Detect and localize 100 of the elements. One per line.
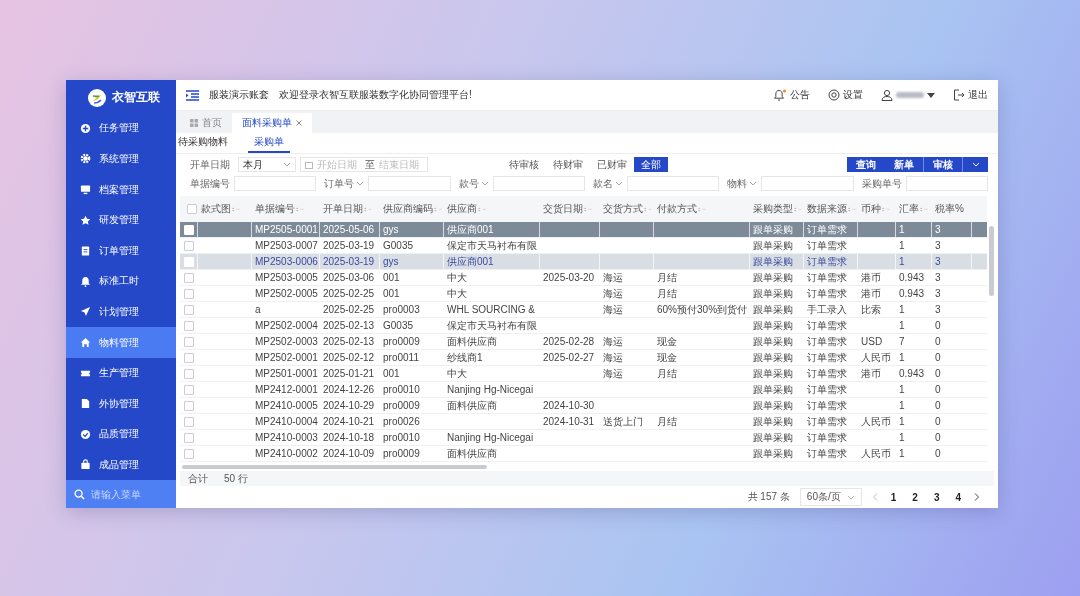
menu-search-box[interactable]: 请输入菜单 [66, 480, 176, 508]
search-input[interactable] [492, 176, 585, 191]
table-row[interactable]: MP2410-0004 2024-10-21 pro0026 2024-10-31 送货上门 月结 跟单采购 订单需求 人民币 1 0 [180, 414, 987, 430]
sort-icon[interactable] [698, 205, 707, 213]
row-checkbox[interactable] [184, 400, 194, 411]
notice-link[interactable]: 公告 [790, 88, 810, 102]
sub-tab[interactable]: 采购单 [248, 133, 290, 153]
row-checkbox[interactable] [184, 288, 194, 299]
sort-icon[interactable] [434, 205, 443, 213]
column-header[interactable]: 供应商编码 [383, 202, 433, 216]
table-row[interactable]: MP2412-0001 2024-12-26 pro0010 Nanjing Hg-Nicegai 跟单采购 订单需求 1 0 [180, 382, 987, 398]
settings-link[interactable]: 设置 [843, 88, 863, 102]
field-type-select[interactable]: 款名 [589, 176, 627, 191]
column-header[interactable]: 付款方式 [657, 202, 697, 216]
row-checkbox[interactable] [184, 240, 194, 251]
logout-icon[interactable] [953, 89, 965, 101]
table-row[interactable]: MP2502-0005 2025-02-25 001 中大 海运 月结 跟单采购 订单需求 港币 0.943 3 [180, 286, 987, 302]
sidebar-item[interactable]: 系统管理 [66, 143, 176, 175]
sidebar-item[interactable]: 生产管理 [66, 357, 176, 389]
column-header[interactable]: 采购类型 [753, 202, 793, 216]
status-filter-tab[interactable]: 全部 [634, 157, 668, 172]
column-header[interactable]: 单据编号 [255, 202, 295, 216]
sort-icon[interactable] [232, 205, 241, 213]
table-row[interactable]: a 2025-02-25 pro0003 WHL SOURCING & 海运 60%预付30%到货付 跟单采购 手工录入 比索 1 3 [180, 302, 987, 318]
sub-tab[interactable]: 待采购物料 [176, 133, 238, 153]
more-actions-button[interactable] [962, 157, 988, 172]
row-checkbox[interactable] [184, 304, 194, 315]
page-number[interactable]: 2 [909, 491, 921, 503]
search-input[interactable] [368, 176, 451, 191]
sidebar-item[interactable]: 品质管理 [66, 419, 176, 450]
sort-icon[interactable] [920, 205, 929, 213]
horizontal-scrollbar[interactable] [182, 465, 487, 469]
sort-icon[interactable] [644, 205, 653, 213]
sidebar-item[interactable]: 计划管理 [66, 296, 176, 328]
column-header[interactable]: 汇率 [899, 202, 919, 216]
column-header[interactable]: 交货日期 [543, 202, 583, 216]
column-header[interactable]: 款式图 [201, 202, 231, 216]
row-checkbox[interactable] [184, 336, 194, 347]
table-row[interactable]: MP2502-0001 2025-02-12 pro0011 纱线商1 2025-02-27 海运 现金 跟单采购 订单需求 人民币 1 0 [180, 350, 987, 366]
sort-icon[interactable] [364, 205, 373, 213]
page-number[interactable]: 1 [887, 491, 900, 503]
column-header[interactable]: 数据来源 [807, 202, 847, 216]
table-row[interactable]: MP2501-0001 2025-01-21 001 中大 海运 月结 跟单采购 订单需求 港币 0.943 0 [180, 366, 987, 382]
table-row[interactable]: MP2410-0005 2024-10-29 pro0009 面料供应商 2024-10-30 跟单采购 订单需求 1 0 [180, 398, 987, 414]
page-number[interactable]: 3 [930, 491, 943, 503]
close-icon[interactable] [296, 120, 302, 126]
page-tab[interactable]: 面料采购单 [232, 113, 312, 133]
sidebar-item[interactable]: 成品管理 [66, 449, 176, 481]
period-select[interactable]: 本月 [238, 157, 296, 172]
sidebar-item[interactable]: 任务管理 [66, 113, 176, 144]
sidebar-item[interactable]: 标准工时 [66, 266, 176, 297]
select-all-checkbox[interactable] [187, 204, 197, 214]
logout-link[interactable]: 退出 [968, 88, 988, 102]
field-type-select[interactable]: 款号 [454, 176, 493, 191]
sort-icon[interactable] [478, 205, 487, 213]
next-page-icon[interactable] [974, 493, 980, 501]
table-row[interactable]: MP2503-0005 2025-03-06 001 中大 2025-03-20 海运 月结 跟单采购 订单需求 港币 0.943 3 [180, 270, 987, 286]
row-checkbox[interactable] [184, 272, 194, 283]
vertical-scrollbar[interactable] [989, 226, 994, 296]
field-type-select[interactable]: 物料 [723, 176, 762, 191]
column-header[interactable]: 币种 [861, 202, 881, 216]
table-row[interactable]: MP2502-0003 2025-02-13 pro0009 面料供应商 2025-02-28 海运 现金 跟单采购 订单需求 USD 7 0 [180, 334, 987, 350]
menu-icon[interactable] [186, 89, 199, 101]
table-row[interactable]: MP2503-0007 2025-03-19 G0035 保定市天马衬布有限 跟单采购 订单需求 1 3 [180, 238, 987, 254]
column-header[interactable]: 供应商 [447, 202, 477, 216]
row-checkbox[interactable] [184, 368, 194, 379]
row-checkbox[interactable] [184, 352, 194, 363]
table-row[interactable]: MP2410-0002 2024-10-09 pro0009 面料供应商 跟单采购 订单需求 人民币 1 0 [180, 446, 987, 462]
row-checkbox[interactable] [184, 448, 194, 459]
table-row[interactable]: MP2502-0004 2025-02-13 G0035 保定市天马衬布有限 跟单采购 订单需求 1 0 [180, 318, 987, 334]
column-header[interactable]: 税率% [935, 202, 964, 216]
search-input[interactable] [905, 176, 988, 191]
sidebar-item[interactable]: 档案管理 [66, 174, 176, 205]
column-header[interactable]: 交货方式 [603, 202, 643, 216]
previous-page-icon[interactable] [871, 493, 878, 501]
row-checkbox[interactable] [184, 320, 194, 331]
sort-icon[interactable] [848, 205, 857, 213]
sidebar-item[interactable]: 物料管理 [66, 327, 176, 358]
sidebar-item[interactable]: 研发管理 [66, 204, 176, 236]
row-checkbox[interactable] [184, 384, 194, 395]
sort-icon[interactable] [882, 205, 891, 213]
page-size-select[interactable]: 60条/页 [799, 488, 862, 506]
search-input[interactable] [761, 176, 854, 191]
search-input[interactable] [234, 176, 317, 191]
sort-icon[interactable] [794, 205, 803, 213]
row-checkbox[interactable] [184, 416, 194, 427]
table-row[interactable]: MP2503-0006 2025-03-19 gys 供应商001 跟单采购 订单需求 1 3 [180, 254, 987, 270]
caret-icon[interactable] [927, 92, 935, 98]
sort-icon[interactable] [584, 205, 593, 213]
page-number[interactable]: 4 [952, 491, 964, 503]
row-checkbox[interactable] [184, 432, 194, 443]
sidebar-item[interactable]: 订单管理 [66, 235, 176, 267]
column-header[interactable]: 开单日期 [323, 202, 363, 216]
field-type-select[interactable]: 订单号 [320, 176, 369, 191]
settings-icon[interactable] [828, 89, 840, 101]
sort-icon[interactable] [296, 205, 305, 213]
bell-icon[interactable] [773, 88, 787, 102]
table-row[interactable]: MP2410-0003 2024-10-18 pro0010 Nanjing Hg-Nicegai 跟单采购 订单需求 1 0 [180, 430, 987, 446]
menu-search-field[interactable]: 请输入菜单 [89, 487, 173, 501]
sidebar-item[interactable]: 外协管理 [66, 388, 176, 420]
